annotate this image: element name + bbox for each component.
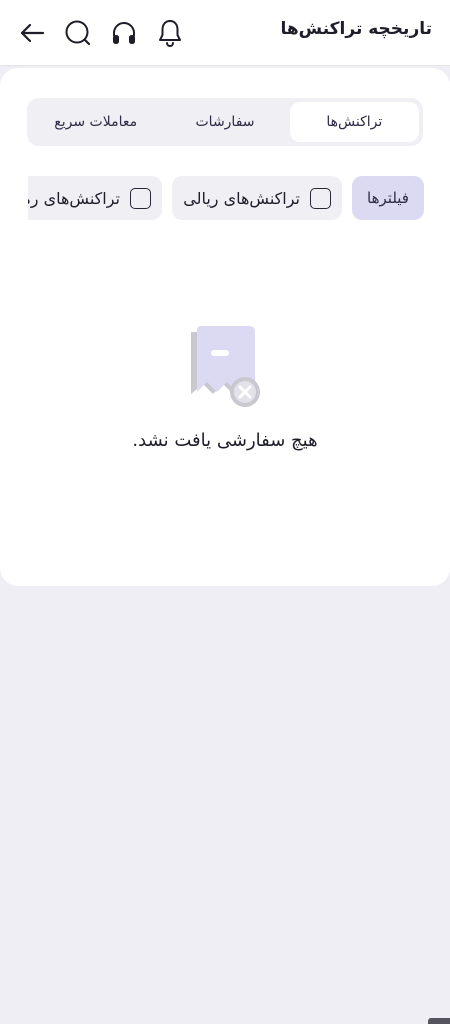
rial-checkbox[interactable] xyxy=(310,187,331,209)
back-button[interactable] xyxy=(16,15,48,51)
filter-chip-rial-label: تراکنش‌های ریالی xyxy=(183,188,300,208)
transactions-card: تراکنش‌ها سفارشات معاملات سریع فیلترها ت… xyxy=(0,68,450,586)
corner-indicator xyxy=(428,1018,450,1024)
empty-state-message: هیچ سفارشی یافت نشد. xyxy=(132,430,318,451)
page-title: تاریخچه تراکنش‌ها xyxy=(280,19,432,39)
search-icon xyxy=(65,20,91,46)
filter-chip-crypto-label: تراکنش‌های رمزارزی xyxy=(28,188,120,208)
search-button[interactable] xyxy=(62,15,94,51)
tab-quick-trades[interactable]: معاملات سریع xyxy=(31,102,160,142)
empty-receipt-icon xyxy=(191,326,260,407)
crypto-checkbox[interactable] xyxy=(130,187,151,209)
tab-bar: تراکنش‌ها سفارشات معاملات سریع xyxy=(27,98,423,146)
support-button[interactable] xyxy=(108,15,140,51)
filter-bar: فیلترها تراکنش‌های ریالی تراکنش‌های رمزا… xyxy=(28,176,424,220)
notifications-button[interactable] xyxy=(154,15,186,51)
bell-icon xyxy=(159,20,181,47)
filters-button[interactable]: فیلترها xyxy=(352,176,424,220)
back-arrow-icon xyxy=(20,23,45,43)
filter-chip-rial[interactable]: تراکنش‌های ریالی xyxy=(172,176,342,220)
tab-transactions[interactable]: تراکنش‌ها xyxy=(289,102,419,142)
headphones-icon xyxy=(113,22,135,44)
filter-chip-crypto[interactable]: تراکنش‌های رمزارزی xyxy=(28,176,162,220)
tab-orders[interactable]: سفارشات xyxy=(160,102,289,142)
app-bar: تاریخچه تراکنش‌ها xyxy=(0,0,450,66)
